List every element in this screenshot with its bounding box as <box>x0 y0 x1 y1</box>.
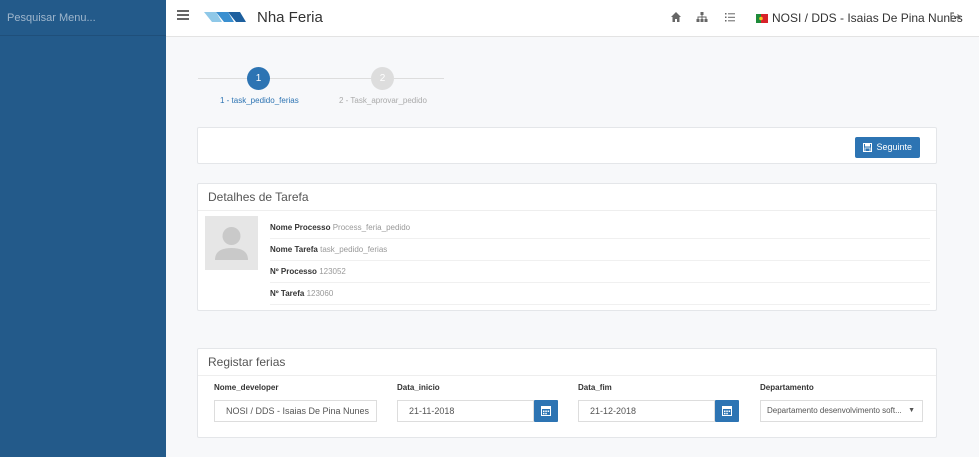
start-date-calendar-button[interactable] <box>534 400 558 422</box>
action-toolbar: Seguinte <box>197 127 937 164</box>
detail-row-task-number: Nº Tarefa 123060 <box>270 283 930 305</box>
home-icon[interactable] <box>669 11 683 25</box>
stepper-line <box>198 78 248 79</box>
stepper-line <box>394 78 444 79</box>
logout-icon[interactable] <box>948 11 962 25</box>
task-details-title: Detalhes de Tarefa <box>198 184 936 211</box>
portugal-flag-icon <box>756 14 768 23</box>
end-date-calendar-button[interactable] <box>715 400 739 422</box>
sidebar-search-input[interactable]: Pesquisar Menu... <box>0 0 166 36</box>
stepper-line <box>270 78 372 79</box>
detail-row-process-name: Nome Processo Process_feria_pedido <box>270 217 930 239</box>
top-bar: Nha Feria NOSI / DDS - Isaias De Pina Nu… <box>166 0 979 37</box>
detail-row-task-name: Nome Tarefa task_pedido_ferias <box>270 239 930 261</box>
step-1-label[interactable]: 1 - task_pedido_ferias <box>220 96 299 105</box>
developer-label: Nome_developer <box>214 383 279 392</box>
department-label: Departamento <box>760 383 814 392</box>
user-name[interactable]: NOSI / DDS - Isaias De Pina Nunes <box>772 11 963 25</box>
app-title: Nha Feria <box>257 9 323 26</box>
task-details-panel: Detalhes de Tarefa Nome Processo Process… <box>197 183 937 311</box>
step-2-label: 2 - Task_aprovar_pedido <box>339 96 427 105</box>
department-select[interactable]: Departamento desenvolvimento soft... ▼ <box>760 400 923 422</box>
list-icon[interactable] <box>723 11 737 25</box>
department-select-value: Departamento desenvolvimento soft... <box>767 406 902 415</box>
detail-row-process-number: Nº Processo 123052 <box>270 261 930 283</box>
main-content: 1 2 1 - task_pedido_ferias 2 - Task_apro… <box>166 37 979 457</box>
end-date-input[interactable]: 21-12-2018 <box>578 400 715 422</box>
start-date-label: Data_inicio <box>397 383 440 392</box>
developer-input[interactable]: NOSI / DDS - Isaias De Pina Nunes <box>214 400 377 422</box>
stepper: 1 2 1 - task_pedido_ferias 2 - Task_apro… <box>198 67 448 107</box>
step-2-circle: 2 <box>371 67 394 90</box>
register-vacation-panel: Registar ferias Nome_developer NOSI / DD… <box>197 348 937 438</box>
register-vacation-title: Registar ferias <box>198 349 936 376</box>
next-button[interactable]: Seguinte <box>855 137 920 158</box>
calendar-icon <box>722 406 732 416</box>
sitemap-icon[interactable] <box>695 11 709 25</box>
menu-toggle-icon[interactable] <box>177 10 189 22</box>
sidebar: Pesquisar Menu... <box>0 0 166 457</box>
next-button-label: Seguinte <box>876 142 912 152</box>
save-icon <box>863 143 873 152</box>
chevron-down-icon: ▼ <box>908 407 915 414</box>
step-1-circle[interactable]: 1 <box>247 67 270 90</box>
app-logo <box>204 12 246 22</box>
calendar-icon <box>541 406 551 416</box>
start-date-input[interactable]: 21-11-2018 <box>397 400 534 422</box>
end-date-label: Data_fim <box>578 383 612 392</box>
avatar <box>205 216 258 270</box>
